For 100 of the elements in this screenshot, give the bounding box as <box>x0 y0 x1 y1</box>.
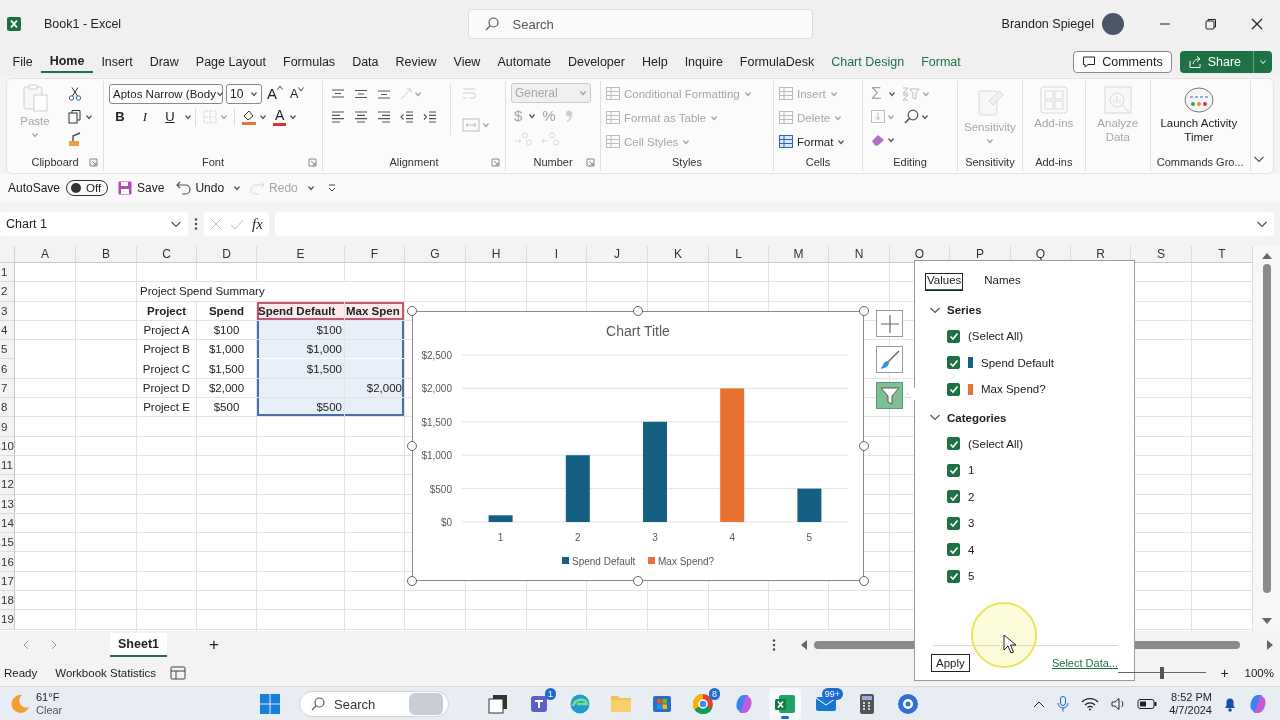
column-header[interactable]: E <box>257 246 345 263</box>
format-button[interactable]: Format <box>779 131 846 152</box>
sheet-cell[interactable]: $500 <box>257 398 344 417</box>
column-header[interactable]: I <box>527 246 587 263</box>
formula-input[interactable] <box>274 212 1274 236</box>
font-size-dropdown[interactable]: 10 <box>226 83 262 104</box>
dialog-launcher-icon[interactable] <box>308 158 317 167</box>
row-header[interactable]: 2 <box>0 282 15 302</box>
column-header[interactable]: H <box>466 246 527 263</box>
checkbox-label[interactable]: 3 <box>968 517 975 530</box>
sheet-cell[interactable]: Project <box>137 301 196 320</box>
checkbox-label[interactable]: 5 <box>968 570 975 583</box>
ribbon-tab[interactable]: Page Layout <box>187 49 275 75</box>
collapse-ribbon-button[interactable] <box>1253 156 1265 163</box>
undo-button[interactable]: Undo <box>173 181 228 195</box>
sheet-cell[interactable]: $2,000 <box>345 378 404 398</box>
chart-title[interactable]: Chart Title <box>606 323 670 339</box>
sheet-cell[interactable]: $500 <box>197 398 256 417</box>
sheet-cell[interactable]: $1,000 <box>197 340 256 359</box>
row-header[interactable]: 6 <box>0 359 15 379</box>
workbook-statistics-button[interactable]: Workbook Statistics <box>55 666 156 679</box>
checkbox-label[interactable]: 1 <box>968 464 975 477</box>
row-header[interactable]: 12 <box>0 475 15 495</box>
row-header[interactable]: 15 <box>0 533 15 553</box>
row-header[interactable]: 19 <box>0 610 15 630</box>
sheet-cell[interactable]: Project Spend Summary <box>138 282 345 301</box>
checkbox[interactable] <box>947 382 960 396</box>
comments-button[interactable]: Comments <box>1073 51 1172 73</box>
chart-filters-button[interactable] <box>876 382 903 409</box>
column-header[interactable]: A <box>15 246 76 263</box>
highlighted-cell[interactable] <box>257 378 344 398</box>
column-header[interactable]: N <box>829 246 890 263</box>
resize-handle[interactable] <box>633 306 643 316</box>
highlighted-cell[interactable] <box>345 398 404 417</box>
ribbon-tab[interactable]: Help <box>633 49 677 75</box>
column-header[interactable]: S <box>1131 246 1192 263</box>
user-avatar[interactable] <box>1102 13 1124 35</box>
ribbon-tab[interactable]: Draw <box>141 49 188 75</box>
share-button[interactable]: Share <box>1179 51 1272 73</box>
ribbon-tab[interactable]: Data <box>343 49 388 75</box>
ribbon-tab[interactable]: FormulaDesk <box>731 49 823 75</box>
sheet-cell[interactable]: $1,500 <box>257 359 344 378</box>
taskbar-app-button[interactable]: 1 <box>523 688 555 720</box>
zoom-in-button[interactable]: + <box>1220 664 1229 681</box>
checkbox[interactable] <box>947 329 960 343</box>
sheet-cell[interactable]: Project B <box>137 340 196 359</box>
checkbox-label[interactable]: (Select All) <box>968 330 1023 343</box>
checkbox[interactable] <box>947 463 960 477</box>
checkbox[interactable] <box>947 569 960 583</box>
decrease-font-size-button[interactable]: A <box>288 86 307 101</box>
zoom-slider-thumb[interactable] <box>1160 666 1165 679</box>
bar[interactable] <box>720 388 745 522</box>
checkbox[interactable] <box>947 356 960 370</box>
expand-toggle[interactable] <box>929 306 941 314</box>
italic-button[interactable]: I <box>134 105 156 128</box>
highlighted-cell[interactable] <box>345 340 404 359</box>
checkbox-label[interactable]: 2 <box>968 490 975 503</box>
search-field[interactable]: Search <box>467 9 813 39</box>
sheet-cell[interactable]: $1,000 <box>257 340 344 359</box>
chart-elements-button[interactable] <box>876 310 903 337</box>
bar[interactable] <box>797 488 822 522</box>
checkbox[interactable] <box>947 516 960 530</box>
font-color-button[interactable]: A <box>273 107 287 126</box>
sheet-cell[interactable]: $100 <box>257 320 344 340</box>
resize-handle[interactable] <box>859 576 869 586</box>
sheet-cell[interactable]: Max Spen <box>345 301 404 320</box>
column-header[interactable]: D <box>197 246 257 263</box>
column-header[interactable]: F <box>345 246 405 263</box>
row-header[interactable]: 16 <box>0 552 15 572</box>
chart-area[interactable]: Chart Title $0 $500 $1,000 $1,500 $2,000 $2,500 1 2 3 4 5 Spend Default Max Spend? <box>412 311 864 581</box>
dialog-launcher-icon[interactable] <box>491 158 500 167</box>
taskbar-app-button[interactable]: 8 <box>687 688 719 720</box>
ribbon-tab[interactable]: Format <box>912 49 970 75</box>
row-header[interactable]: 18 <box>0 591 15 611</box>
checkbox-label[interactable]: Spend Default <box>981 356 1054 369</box>
row-header[interactable]: 1 <box>0 263 15 283</box>
sheet-cell[interactable]: Project D <box>137 378 196 398</box>
font-name-dropdown[interactable]: Aptos Narrow (Body <box>109 83 223 104</box>
ribbon-tab[interactable]: Chart Design <box>822 49 913 75</box>
increase-font-size-button[interactable]: A <box>265 85 285 102</box>
resize-handle[interactable] <box>859 441 869 451</box>
underline-button[interactable]: U <box>159 105 181 128</box>
name-box[interactable]: Chart 1 <box>0 212 188 236</box>
sheet-cell[interactable]: Spend <box>197 301 256 320</box>
dialog-launcher-icon[interactable] <box>586 158 595 167</box>
ribbon-tab[interactable]: View <box>445 49 489 75</box>
sheet-cell[interactable]: Project E <box>137 398 196 417</box>
resize-handle[interactable] <box>407 441 417 451</box>
vertical-scrollbar[interactable] <box>1253 246 1280 631</box>
zoom-level[interactable]: 100% <box>1244 666 1274 679</box>
panel-tab[interactable]: Values <box>925 273 964 291</box>
sheet-cell[interactable]: $100 <box>197 320 256 340</box>
checkbox-label[interactable]: Max Spend? <box>981 383 1046 396</box>
expand-toggle[interactable] <box>929 414 941 421</box>
ribbon-tab[interactable]: Home <box>41 51 93 73</box>
sheet-cell[interactable]: Project A <box>137 320 196 340</box>
column-header[interactable]: T <box>1192 246 1253 263</box>
sheet-tab[interactable]: Sheet1 <box>110 633 167 657</box>
checkbox[interactable] <box>947 437 960 451</box>
checkbox-label[interactable]: (Select All) <box>968 437 1023 450</box>
